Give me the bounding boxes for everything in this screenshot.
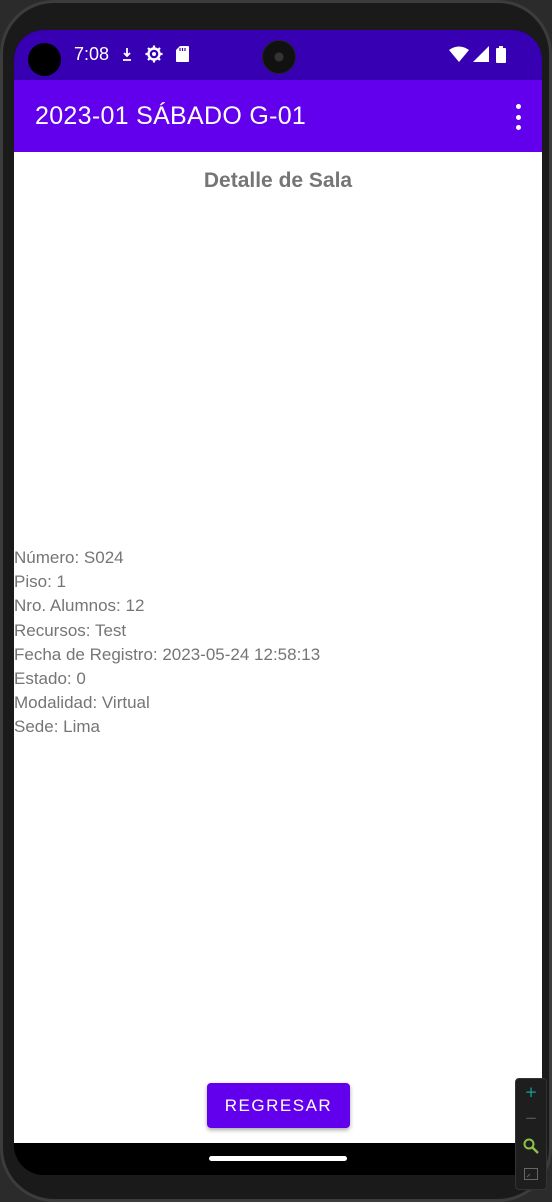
page-title: Detalle de Sala xyxy=(203,169,353,192)
main-content: Detalle de Sala Número: S024 Piso: 1 Nro… xyxy=(14,152,542,1143)
detail-nro-alumnos: Nro. Alumnos: 12 xyxy=(14,596,145,616)
home-gesture-handle[interactable] xyxy=(209,1156,347,1161)
fit-screen-icon[interactable] xyxy=(524,1168,538,1183)
detail-numero: Número: S024 xyxy=(14,548,124,567)
app-bar-title: 2023-01 SÁBADO G-01 xyxy=(35,102,307,130)
battery-icon xyxy=(494,45,508,63)
phone-screen: 7:08 2023-01 SÁBADO G-01 Detalle de Sala… xyxy=(14,30,542,1175)
back-button[interactable]: REGRESAR xyxy=(207,1083,350,1128)
wifi-icon xyxy=(448,45,470,63)
zoom-in-icon[interactable]: + xyxy=(525,1084,538,1100)
detail-sede: Sede: Lima xyxy=(14,717,100,737)
status-time: 7:08 xyxy=(74,44,110,64)
navigation-bar xyxy=(14,1143,542,1175)
detail-piso: Piso: 1 xyxy=(14,572,66,592)
detail-fecha-registro: Fecha de Registro: 2023-05-24 12:58:13 xyxy=(14,644,321,664)
center-camera-icon xyxy=(262,40,296,74)
detail-estado: Estado: 0 xyxy=(14,668,86,688)
detail-recursos: Recursos: Test xyxy=(14,620,127,640)
device-frame: 7:08 2023-01 SÁBADO G-01 Detalle de Sala… xyxy=(0,0,552,1202)
room-details: Número: S024 Piso: 1 Nro. Alumnos: 12 Re… xyxy=(14,546,320,740)
zoom-magnifier-icon[interactable] xyxy=(523,1138,539,1157)
cell-signal-icon xyxy=(472,45,490,63)
overflow-menu-icon[interactable] xyxy=(506,102,530,132)
detail-modalidad: Modalidad: Virtual xyxy=(14,693,150,713)
settings-icon xyxy=(144,45,164,63)
download-icon xyxy=(120,45,134,63)
zoom-out-icon[interactable]: − xyxy=(525,1111,538,1126)
app-bar: 2023-01 SÁBADO G-01 xyxy=(14,80,542,152)
sd-card-icon xyxy=(175,45,189,63)
status-bar: 7:08 xyxy=(14,30,542,80)
front-camera-cutout xyxy=(28,43,61,76)
emulator-zoom-toolbar: + − xyxy=(515,1078,547,1190)
